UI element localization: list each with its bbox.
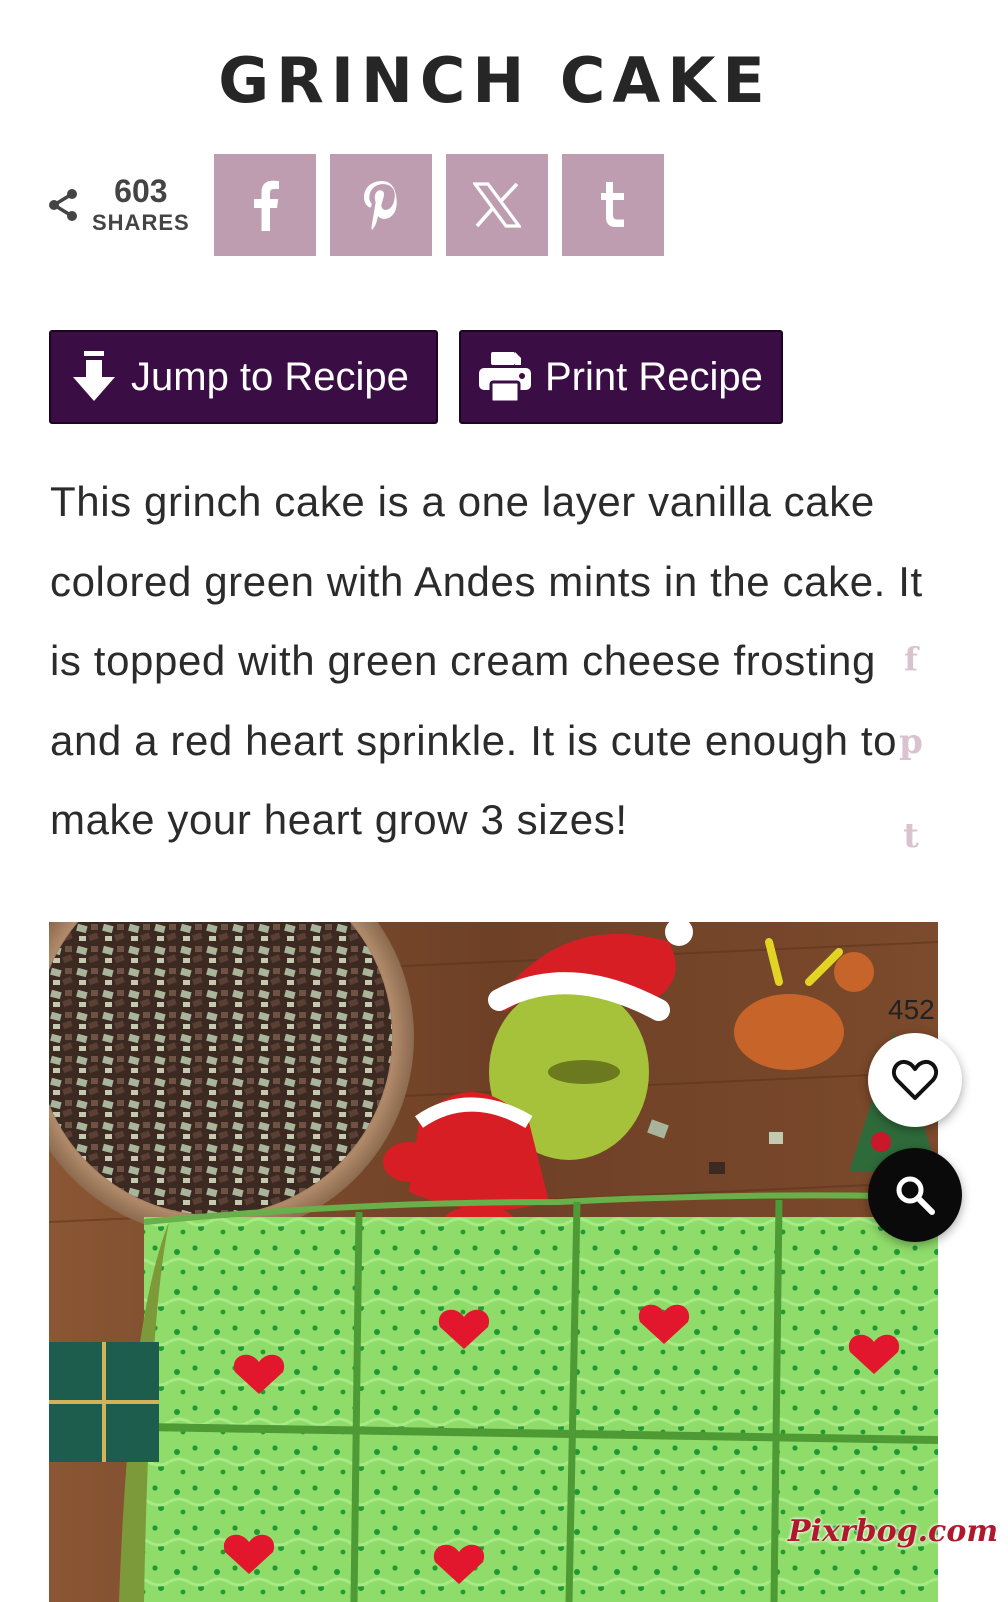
floating-facebook-icon[interactable]: f (896, 640, 926, 678)
recipe-buttons: Jump to Recipe Print Recipe (49, 330, 783, 424)
favorite-button[interactable] (868, 1033, 962, 1127)
x-icon (473, 182, 521, 228)
search-button[interactable] (868, 1148, 962, 1242)
share-bar: 603 SHARES (46, 154, 678, 256)
jump-to-recipe-label: Jump to Recipe (131, 354, 409, 399)
share-count: 603 (114, 173, 168, 209)
print-recipe-label: Print Recipe (545, 354, 763, 399)
share-count-block: 603 SHARES (92, 173, 190, 237)
printer-icon (479, 352, 531, 402)
pinterest-share-button[interactable] (330, 154, 432, 256)
heart-icon (892, 1059, 938, 1100)
x-share-button[interactable] (446, 154, 548, 256)
gift-box (49, 1342, 159, 1462)
facebook-share-button[interactable] (214, 154, 316, 256)
post-title: GRINCH CAKE (218, 44, 772, 117)
search-icon (896, 1176, 935, 1215)
floating-tumblr-icon[interactable]: t (896, 816, 926, 856)
print-recipe-button[interactable]: Print Recipe (459, 330, 783, 424)
facebook-icon (254, 180, 279, 231)
floating-pinterest-icon[interactable]: p (896, 722, 926, 762)
jump-to-recipe-button[interactable]: Jump to Recipe (49, 330, 438, 424)
cake-photo (49, 922, 938, 1602)
share-counter: 603 SHARES (46, 173, 214, 237)
pinterest-icon (364, 181, 397, 230)
image-watermark: Pixrbog.com (788, 1514, 999, 1549)
share-icon (49, 189, 77, 221)
post-intro-text: This grinch cake is a one layer vanilla … (50, 478, 923, 843)
recipe-page: GRINCH CAKE 603 SHARES Jump to Recipe Pr… (0, 0, 1008, 1602)
arrow-down-icon (73, 351, 115, 401)
tumblr-share-button[interactable] (562, 154, 664, 256)
tumblr-icon (601, 182, 624, 227)
hero-image (49, 922, 938, 1602)
like-count: 452 (888, 994, 935, 1025)
share-label: SHARES (92, 210, 190, 235)
